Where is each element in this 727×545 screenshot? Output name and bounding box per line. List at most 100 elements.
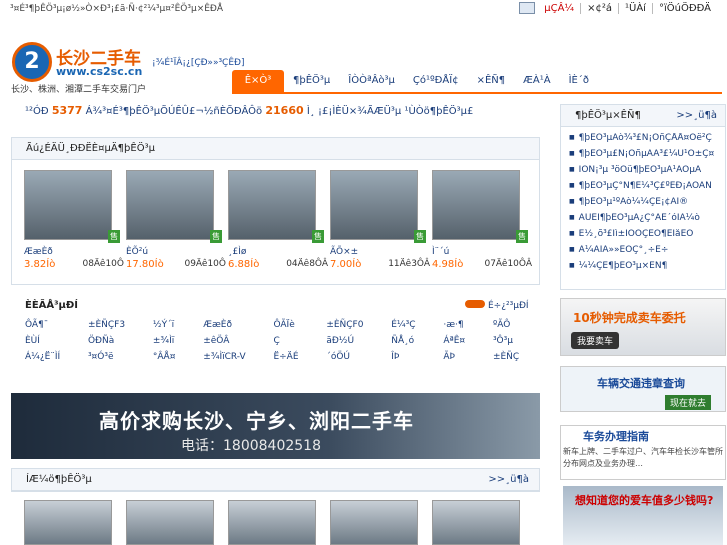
purchase-banner[interactable]: 高价求购长沙、宁乡、浏阳二手车 电话：18008402518 bbox=[11, 393, 540, 459]
brand-link[interactable]: ±ÈÑÇ bbox=[493, 352, 535, 362]
brand-link[interactable]: ÔÃ¶¯ bbox=[25, 320, 76, 330]
switch-city-link[interactable]: ¡¾É¹ÏÂ¡¿[ÇÐ»»³ÇÊÐ] bbox=[152, 58, 245, 68]
service-guide-ad[interactable]: 车务办理指南 新车上牌、二手车过户、汽车年检长沙车管所分布网点及业务办理… bbox=[560, 425, 726, 480]
brand-link[interactable]: ÁªÊ¤ bbox=[443, 336, 481, 346]
brands-more-link[interactable]: É÷¿²³µÐÍ bbox=[465, 300, 529, 311]
car-photo[interactable] bbox=[330, 170, 418, 240]
car-card[interactable]: 售 ÈÕ²ú 17.80Íò 09Äê10Ô bbox=[126, 170, 228, 270]
brand-link[interactable]: ³¤Ó³ë bbox=[88, 352, 141, 362]
car-card[interactable]: 售 ÃÕ×± 7.00Íò 11Äê3ÔÂ bbox=[330, 170, 432, 270]
logo-icon[interactable]: 2 bbox=[12, 42, 52, 82]
login-link[interactable]: µÇÂ¼ bbox=[538, 3, 580, 14]
car-name[interactable]: ÃÕ×± bbox=[330, 247, 432, 257]
hot-panel: ÍÆ¼ö¶þÊÖ³µ >>¸ü¶à bbox=[11, 468, 540, 492]
news-item[interactable]: ¶þÊÖ³µ£Ñ¡ÔñµÄÄ³£¼Ú¹Ô±Ç¤ bbox=[569, 149, 725, 165]
hot-more-link[interactable]: >>¸ü¶à bbox=[488, 469, 529, 491]
brand-link[interactable]: ±ÈÑÇF3 bbox=[88, 320, 141, 330]
brand-link[interactable]: ÔÃÏè bbox=[273, 320, 314, 330]
main-nav: Ê×Ò³ ¶þÊÖ³µ ÎÒÒªÂò³µ Çó¹ºÐÅÏ¢ ×ÊÑ¶ ÆÀ¹À … bbox=[232, 70, 722, 94]
car-name[interactable]: ÈÕ²ú bbox=[126, 247, 228, 257]
brand-link[interactable]: ±ÈÑÇF0 bbox=[326, 320, 379, 330]
stats-new-count: 21660 bbox=[265, 104, 304, 117]
nav-buy[interactable]: ÎÒÒªÂò³µ bbox=[339, 70, 404, 92]
value-ad-title: 想知道您的爱车值多少钱吗? bbox=[575, 494, 714, 507]
brand-link[interactable]: ½Ý´ï bbox=[153, 320, 191, 330]
news-list: ¶þÊÖ³µÂò¾³£Ñ¡ÔñÇÅÅ¤Óë²Ç ¶þÊÖ³µ£Ñ¡ÔñµÄÄ³£… bbox=[561, 127, 725, 277]
logo-slogan: 长沙、株洲、湘潭二手车交易门户 bbox=[11, 85, 147, 95]
brand-link[interactable]: Á¼¿Ë¨ÌÍ bbox=[25, 352, 76, 362]
brand-link[interactable]: É¼³Ç bbox=[391, 320, 431, 330]
brand-link[interactable]: ±êÖÂ bbox=[203, 336, 261, 346]
brand-link[interactable]: ÃÞ bbox=[443, 352, 481, 362]
brand-link[interactable]: Ë÷ÄÉ bbox=[273, 352, 314, 362]
brand-link[interactable]: ÖÐÑà bbox=[88, 336, 141, 346]
stats-suffix: Ì¸ ¡£¡ÌÈÜ×¾ÃÆÜ³µ ¹ÙÒö¶þÊÖ³µ£ bbox=[306, 106, 474, 117]
brand-link[interactable]: ·æ·¶ bbox=[443, 320, 481, 330]
user-icon bbox=[519, 2, 536, 14]
manage-link[interactable]: ¹ÜÀí bbox=[618, 2, 652, 14]
hot-head: ÍÆ¼ö¶þÊÖ³µ >>¸ü¶à bbox=[12, 469, 539, 491]
car-photo[interactable] bbox=[24, 500, 112, 545]
brand-link[interactable]: ±¾Ìï bbox=[153, 336, 191, 346]
car-name[interactable]: ¸£Ìø bbox=[228, 247, 330, 257]
nav-wanted[interactable]: Çó¹ºÐÅÏ¢ bbox=[404, 70, 468, 92]
hot-cars bbox=[24, 500, 534, 545]
brand-link[interactable]: ´óÖÚ bbox=[326, 352, 379, 362]
brand-link[interactable]: Ç bbox=[273, 336, 314, 346]
news-item[interactable]: ¶þÊÖ³µÇ°Ñ¶Ê¼³Ç£ºÊÐ¡ÃÕÄÑ bbox=[569, 181, 725, 197]
recommend-title: Ãú¿ÉÄÜ¸ÐÐËÈ¤µÄ¶þÊÖ³µ bbox=[12, 138, 539, 160]
traffic-ad-title: 车辆交通违章查询 bbox=[597, 377, 685, 390]
brand-link[interactable]: ÈÙÍ bbox=[25, 336, 76, 346]
car-photo[interactable] bbox=[126, 170, 214, 240]
brand-link[interactable]: °ÂÅ¤ bbox=[153, 352, 191, 362]
brand-link[interactable]: ãÐ½Ú bbox=[326, 336, 379, 346]
news-more-link[interactable]: >>¸ü¶à bbox=[676, 105, 717, 127]
sell-car-button[interactable]: 我要卖车 bbox=[571, 332, 620, 349]
nav-used-cars[interactable]: ¶þÊÖ³µ bbox=[284, 70, 339, 92]
car-photo[interactable] bbox=[228, 170, 316, 240]
car-photo[interactable] bbox=[24, 170, 112, 240]
help-link[interactable]: °ïÖúÖÐÐÄ bbox=[651, 2, 717, 14]
car-card[interactable]: 售 ¸£Ìø 6.88Íò 04Äê8ÔÂ bbox=[228, 170, 330, 270]
car-photo[interactable] bbox=[228, 500, 316, 545]
brand-link[interactable]: ÑÅ¸ó bbox=[391, 336, 431, 346]
brand-link[interactable]: ³Ô³µ bbox=[493, 336, 535, 346]
go-now-button[interactable]: 现在就去 bbox=[665, 395, 712, 410]
news-item[interactable]: É½¸õ³£Ìì±ÌÒÔÇÊÓ¶ÈÌåÊÔ bbox=[569, 229, 725, 245]
nav-qa[interactable]: ÌÈ´ð bbox=[560, 70, 598, 92]
car-value-ad[interactable]: 想知道您的爱车值多少钱吗? bbox=[563, 486, 723, 545]
car-photo[interactable] bbox=[432, 170, 520, 240]
brand-link[interactable]: ÆæÈð bbox=[203, 320, 261, 330]
stats-count: 5377 bbox=[51, 104, 83, 117]
car-photo[interactable] bbox=[330, 500, 418, 545]
news-item[interactable]: ¶þÊÖ³µ¹ºÂò¼¼ÇÉ¡¢ÀÍ® bbox=[569, 197, 725, 213]
car-price: 17.80Íò bbox=[126, 259, 164, 270]
nav-news[interactable]: ×ÊÑ¶ bbox=[468, 70, 515, 92]
car-photo[interactable] bbox=[126, 500, 214, 545]
car-icon bbox=[465, 300, 485, 308]
car-name[interactable]: Ì¨´ú bbox=[432, 247, 534, 257]
news-item[interactable]: ¼¼ÇÉ¶þÊÖ³µ×ÊÑ¶ bbox=[569, 261, 725, 277]
nav-home[interactable]: Ê×Ò³ bbox=[232, 70, 284, 92]
nav-evaluate[interactable]: ÆÀ¹À bbox=[514, 70, 559, 92]
traffic-query-ad[interactable]: 车辆交通违章查询 现在就去 bbox=[560, 366, 726, 412]
top-links: µÇÂ¼ ×¢²á ¹ÜÀí °ïÖúÖÐÐÄ bbox=[519, 2, 717, 14]
brand-link[interactable]: ÎÞ bbox=[391, 352, 431, 362]
sale-badge: 售 bbox=[108, 230, 120, 243]
car-name[interactable]: ÆæÈð bbox=[24, 247, 126, 257]
car-photo[interactable] bbox=[432, 500, 520, 545]
news-item[interactable]: ÌÔÑ¡³µ ³öÕü¶þÊÖ³µÃ¹ÄÖµÄ bbox=[569, 165, 725, 181]
register-link[interactable]: ×¢²á bbox=[580, 2, 618, 14]
car-card[interactable]: 售 ÆæÈð 3.82Íò 08Äê10Ô bbox=[24, 170, 126, 270]
sale-badge: 售 bbox=[210, 230, 222, 243]
brand-link[interactable]: ±¾ÌïCR-V bbox=[203, 352, 261, 362]
brands-more-label[interactable]: É÷¿²³µÐÍ bbox=[488, 301, 529, 311]
logo-url: www.cs2sc.cn bbox=[56, 65, 143, 78]
brands-title: ÈÈÃÅ³µÐÍ bbox=[25, 300, 78, 311]
car-card[interactable]: 售 Ì¨´ú 4.98Íò 07Äê10ÔÂ bbox=[432, 170, 534, 270]
news-item[interactable]: À¼ÂÌÃ»»ÊÖÇ°¸÷Ë÷ bbox=[569, 245, 725, 261]
news-item[interactable]: ¶þÊÖ³µÂò¾³£Ñ¡ÔñÇÅÅ¤Óë²Ç bbox=[569, 133, 725, 149]
brand-link[interactable]: ºÃÔ bbox=[493, 320, 535, 330]
news-item[interactable]: ÃÜÈÏ¶þÊÖ³µÄ¿Ç°ÁË´óÏÂ¼ò bbox=[569, 213, 725, 229]
sell-car-ad[interactable]: 10秒钟完成卖车委托 我要卖车 bbox=[560, 298, 726, 356]
